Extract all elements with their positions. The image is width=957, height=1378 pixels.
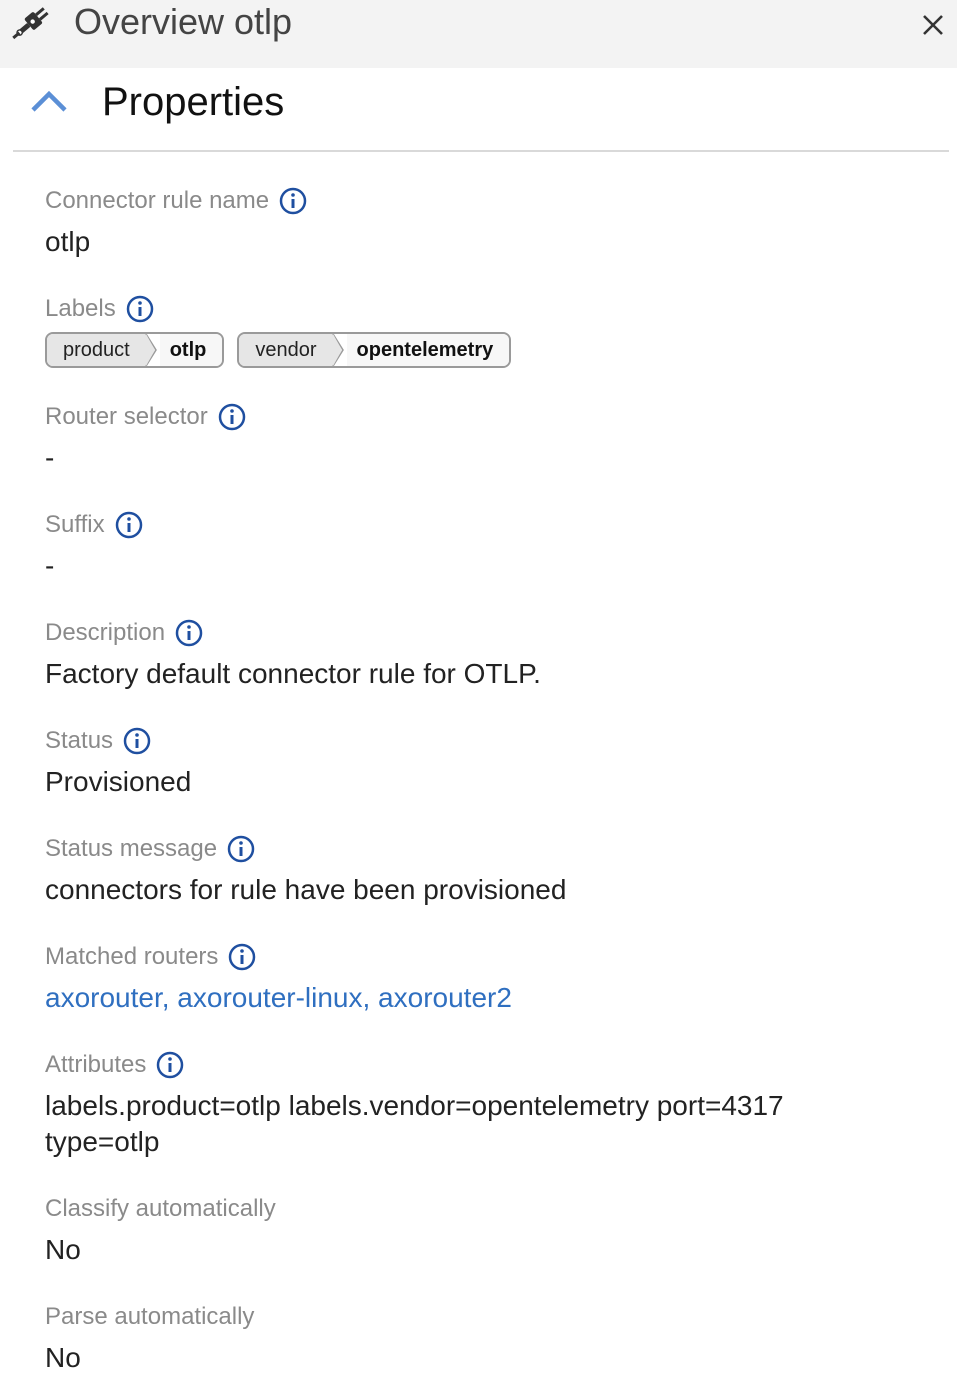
property-label: Connector rule name xyxy=(45,187,270,214)
property-labels: Labels product otlp vendor opentelemetry xyxy=(45,294,512,368)
property-label-row: Status message xyxy=(45,834,566,864)
property-label-row: Classify automatically xyxy=(45,1194,276,1224)
info-icon[interactable] xyxy=(126,295,154,323)
property-label: Parse automatically xyxy=(45,1303,255,1330)
label-chip[interactable]: vendor opentelemetry xyxy=(237,332,512,368)
property-label-row: Labels xyxy=(45,294,511,324)
info-icon[interactable] xyxy=(218,403,246,431)
property-value: - xyxy=(45,550,55,581)
attributes-line-2: type=otlp xyxy=(45,1126,160,1157)
property-label: Suffix xyxy=(45,511,105,538)
property-label-row: Description xyxy=(45,618,541,648)
property-label-row: Attributes xyxy=(45,1050,784,1080)
overview-panel: Overview otlp Properties Connector rule … xyxy=(0,0,957,1378)
section-title: Properties xyxy=(102,80,285,124)
property-label: Classify automatically xyxy=(45,1195,276,1222)
property-label: Router selector xyxy=(45,403,208,430)
label-key: vendor xyxy=(239,334,342,366)
property-value: No xyxy=(45,1342,81,1373)
property-description: Description Factory default connector ru… xyxy=(45,618,541,692)
panel-title: Overview otlp xyxy=(74,1,293,42)
properties-section-header[interactable]: Properties xyxy=(13,70,949,152)
property-label: Description xyxy=(45,619,166,646)
property-label-row: Router selector xyxy=(45,402,246,432)
info-icon[interactable] xyxy=(115,511,143,539)
property-connector-rule-name: Connector rule name otlp xyxy=(45,186,307,260)
property-value: No xyxy=(45,1234,81,1265)
info-icon[interactable] xyxy=(279,187,307,215)
property-value: Provisioned xyxy=(45,766,192,797)
property-label: Matched routers xyxy=(45,943,219,970)
matched-routers-link[interactable]: axorouter, axorouter-linux, axorouter2 xyxy=(45,980,512,1016)
close-icon[interactable] xyxy=(918,10,948,40)
property-value: connectors for rule have been provisione… xyxy=(45,874,567,905)
property-status-message: Status message connectors for rule have … xyxy=(45,834,566,908)
property-label-row: Connector rule name xyxy=(45,186,307,216)
label-value: otlp xyxy=(159,334,223,366)
info-icon[interactable] xyxy=(228,943,256,971)
info-icon[interactable] xyxy=(227,835,255,863)
property-label: Attributes xyxy=(45,1051,147,1078)
label-key: product xyxy=(47,334,155,366)
label-chip[interactable]: product otlp xyxy=(45,332,225,368)
panel-header: Overview otlp xyxy=(0,0,957,68)
info-icon[interactable] xyxy=(156,1051,184,1079)
property-router-selector: Router selector - xyxy=(45,402,246,476)
property-classify-automatically: Classify automatically No xyxy=(45,1194,276,1268)
connector-plug-icon xyxy=(10,0,56,44)
property-label-row: Status xyxy=(45,726,191,756)
property-label: Status xyxy=(45,727,114,754)
property-suffix: Suffix - xyxy=(45,510,143,584)
label-value: opentelemetry xyxy=(346,334,510,366)
label-chips: product otlp vendor opentelemetry xyxy=(45,332,512,368)
property-parse-automatically: Parse automatically No xyxy=(45,1302,254,1376)
chevron-up-icon[interactable] xyxy=(29,82,69,122)
property-attributes: Attributes labels.product=otlp labels.ve… xyxy=(45,1050,784,1160)
property-label-row: Parse automatically xyxy=(45,1302,254,1332)
property-label: Labels xyxy=(45,295,116,322)
property-label: Status message xyxy=(45,835,218,862)
info-icon[interactable] xyxy=(175,619,203,647)
attributes-line-1: labels.product=otlp labels.vendor=opente… xyxy=(45,1090,784,1121)
property-matched-routers: Matched routers axorouter, axorouter-lin… xyxy=(45,942,512,1016)
property-value: otlp xyxy=(45,226,91,257)
property-label-row: Matched routers xyxy=(45,942,512,972)
property-value: Factory default connector rule for OTLP. xyxy=(45,658,541,689)
property-label-row: Suffix xyxy=(45,510,143,540)
property-value: - xyxy=(45,442,55,473)
property-status: Status Provisioned xyxy=(45,726,191,800)
info-icon[interactable] xyxy=(123,727,151,755)
